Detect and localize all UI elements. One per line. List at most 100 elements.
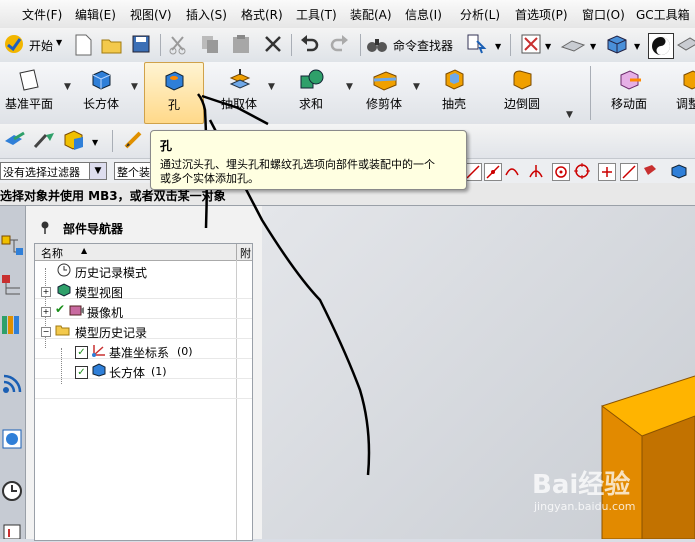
start-button-label[interactable]: 开始 xyxy=(29,37,53,54)
render-style-icon[interactable] xyxy=(648,33,674,59)
menu-insert[interactable]: 插入(S) xyxy=(186,6,227,23)
collapse-icon[interactable]: − xyxy=(41,327,51,337)
web-browser-tab-icon[interactable] xyxy=(0,370,24,396)
menu-view[interactable]: 视图(V) xyxy=(130,6,172,23)
wave-link-icon[interactable] xyxy=(2,129,26,153)
tree-item-model-history[interactable]: − 模型历史记录 xyxy=(35,322,251,342)
visibility-checkbox[interactable]: ✓ xyxy=(75,345,88,359)
menu-tools[interactable]: 工具(T) xyxy=(296,6,337,23)
snap-curve-icon[interactable] xyxy=(504,163,520,179)
reuse-library-tab-icon[interactable] xyxy=(0,312,24,338)
new-file-icon[interactable] xyxy=(72,33,96,57)
extract-body-button[interactable]: 抽取体 xyxy=(214,62,264,124)
chevron-down-icon[interactable]: ▼ xyxy=(131,82,138,92)
menu-format[interactable]: 格式(R) xyxy=(241,6,283,23)
scope-filter-value: 整个装 xyxy=(117,166,150,179)
sort-ascending-icon[interactable]: ▲ xyxy=(81,246,87,255)
snap-face-icon[interactable] xyxy=(642,163,658,179)
start-icon[interactable] xyxy=(3,33,25,55)
chevron-down-icon[interactable]: ▼ xyxy=(268,82,275,92)
hole-label: 孔 xyxy=(167,98,180,112)
cut-icon[interactable] xyxy=(167,33,191,57)
chevron-down-icon[interactable]: ▼ xyxy=(545,42,551,51)
tree-item-datum-csys[interactable]: ✓ 基准坐标系 (0) xyxy=(35,342,251,362)
unite-button[interactable]: 求和 xyxy=(284,62,338,124)
chevron-down-icon[interactable]: ▼ xyxy=(346,82,353,92)
system-materials-tab-icon[interactable] xyxy=(0,522,24,540)
sketch-icon[interactable] xyxy=(122,129,146,153)
snap-quadrant-icon[interactable] xyxy=(574,163,590,179)
pin-icon[interactable] xyxy=(38,220,52,234)
tree-item-history-mode[interactable]: 历史记录模式 xyxy=(35,262,251,282)
block-button[interactable]: 长方体 xyxy=(76,62,126,124)
orient-view-icon[interactable] xyxy=(560,33,586,57)
layer-icon[interactable] xyxy=(676,33,695,57)
type-filter-select[interactable]: 没有选择过滤器 ▼ xyxy=(0,162,107,180)
snap-point-icon[interactable] xyxy=(598,163,616,181)
assembly-tool-icon[interactable] xyxy=(32,129,56,153)
history-palette-tab-icon[interactable] xyxy=(0,426,24,452)
open-folder-icon[interactable] xyxy=(100,33,124,57)
menu-window[interactable]: 窗口(O) xyxy=(582,6,625,23)
expand-icon[interactable]: + xyxy=(41,307,51,317)
assembly-navigator-tab-icon[interactable] xyxy=(0,232,24,258)
chevron-down-icon[interactable]: ▼ xyxy=(495,42,501,51)
clock-icon[interactable] xyxy=(0,478,24,504)
snap-midpoint-icon[interactable] xyxy=(484,163,502,181)
copy-icon[interactable] xyxy=(199,33,223,57)
watermark-brand: Bai经验 xyxy=(532,470,631,500)
chevron-down-icon[interactable]: ▼ xyxy=(566,110,573,120)
undo-icon[interactable] xyxy=(298,33,322,57)
chevron-down-icon[interactable]: ▼ xyxy=(64,82,71,92)
move-face-button[interactable]: 移动面 xyxy=(600,62,658,124)
column-header-attached[interactable]: 附 xyxy=(240,245,251,261)
tree-item-cameras[interactable]: + ✔ 摄像机 xyxy=(35,302,251,322)
chevron-down-icon[interactable]: ▼ xyxy=(634,42,640,51)
command-finder-label[interactable]: 命令查找器 xyxy=(393,37,453,54)
shaded-view-icon[interactable] xyxy=(605,33,629,57)
constraint-navigator-tab-icon[interactable] xyxy=(0,272,24,298)
menu-bar: 文件(F) 编辑(E) 视图(V) 插入(S) 格式(R) 工具(T) 装配(A… xyxy=(0,0,695,29)
save-icon[interactable] xyxy=(130,33,154,57)
fit-view-icon[interactable] xyxy=(520,33,544,57)
delete-icon[interactable] xyxy=(262,33,286,57)
snap-center-icon[interactable] xyxy=(552,163,570,181)
menu-assembly[interactable]: 装配(A) xyxy=(350,6,392,23)
chevron-down-icon[interactable]: ▼ xyxy=(56,38,62,47)
menu-file[interactable]: 文件(F) xyxy=(22,6,62,23)
tree-item-count: (0) xyxy=(177,345,193,358)
tree-item-model-views[interactable]: + 模型视图 xyxy=(35,282,251,302)
visibility-checkbox[interactable]: ✓ xyxy=(75,365,88,379)
chevron-down-icon[interactable]: ▼ xyxy=(89,163,106,179)
resize-button[interactable]: 调整 xyxy=(672,62,695,124)
menu-info[interactable]: 信息(I) xyxy=(405,6,442,23)
snap-intersection-icon[interactable] xyxy=(528,163,544,179)
redo-icon[interactable] xyxy=(329,33,353,57)
column-header-name[interactable]: 名称 xyxy=(41,245,63,261)
menu-edit[interactable]: 编辑(E) xyxy=(75,6,116,23)
resize-label: 调整 xyxy=(676,97,695,111)
snap-on-curve-icon[interactable] xyxy=(620,163,638,181)
expand-icon[interactable]: + xyxy=(41,287,51,297)
chevron-down-icon[interactable]: ▼ xyxy=(92,138,98,147)
selection-icon[interactable] xyxy=(466,33,490,57)
chevron-down-icon[interactable]: ▼ xyxy=(413,82,420,92)
resize-icon xyxy=(680,68,695,92)
resource-bar xyxy=(0,206,26,540)
menu-preferences[interactable]: 首选项(P) xyxy=(515,6,568,23)
graphics-window[interactable]: Bai经验 jingyan.baidu.com xyxy=(262,206,695,539)
edge-blend-button[interactable]: 边倒圆 xyxy=(494,62,550,124)
trim-body-button[interactable]: 修剪体 xyxy=(358,62,410,124)
component-icon[interactable] xyxy=(62,129,86,153)
menu-analysis[interactable]: 分析(L) xyxy=(460,6,500,23)
datum-plane-button[interactable]: 基准平面 xyxy=(0,62,58,124)
binoculars-icon[interactable] xyxy=(366,33,390,57)
menu-gc-toolbox[interactable]: GC工具箱 xyxy=(636,6,690,23)
paste-icon[interactable] xyxy=(230,33,254,57)
extract-body-icon xyxy=(227,68,251,92)
hole-button[interactable]: 孔 xyxy=(144,62,204,124)
shell-button[interactable]: 抽壳 xyxy=(426,62,482,124)
tree-item-block[interactable]: ✓ 长方体 (1) xyxy=(35,362,251,382)
chevron-down-icon[interactable]: ▼ xyxy=(590,42,596,51)
body-select-icon[interactable] xyxy=(670,163,687,179)
